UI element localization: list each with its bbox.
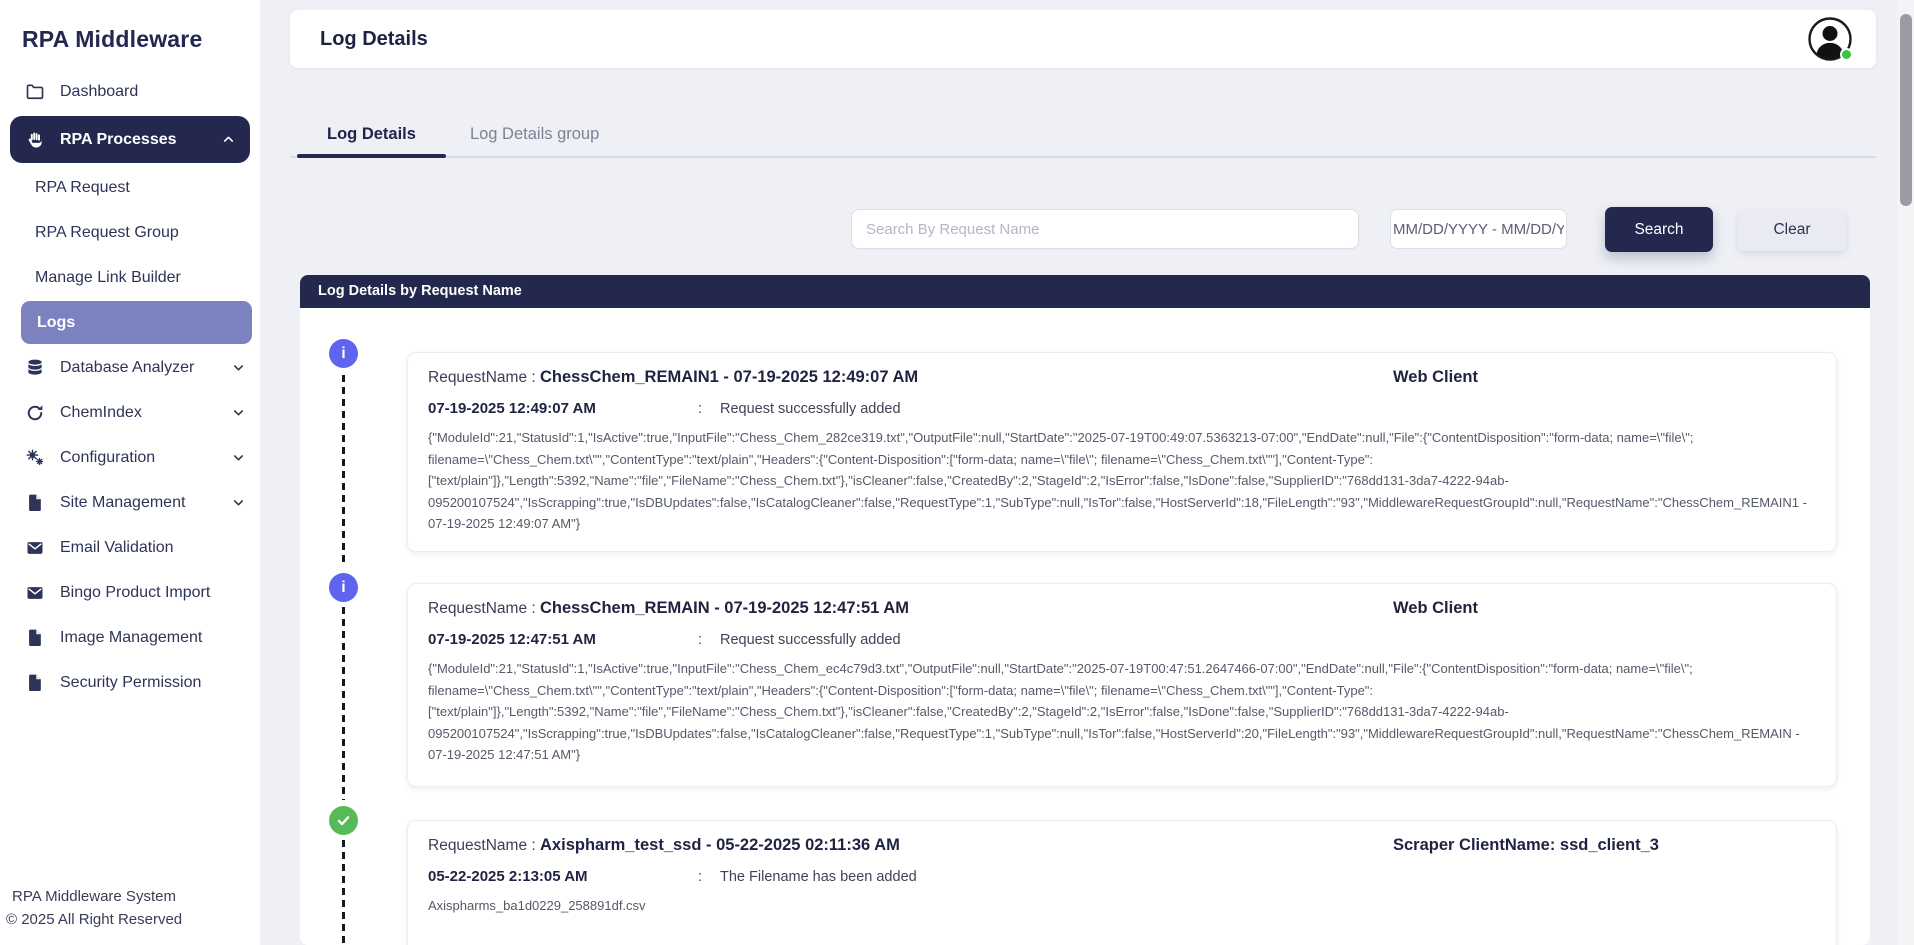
request-name-value: Axispharm_test_ssd - 05-22-2025 02:11:36… — [540, 836, 900, 854]
scrollbar-thumb[interactable] — [1900, 14, 1912, 206]
log-details-json: {"ModuleId":21,"StatusId":1,"IsActive":t… — [428, 658, 1816, 766]
sidebar-item-label: Configuration — [60, 449, 155, 467]
sidebar-item-label: RPA Request — [35, 179, 130, 197]
sidebar-item-logs[interactable]: Logs — [21, 301, 252, 344]
timeline-connector — [342, 840, 345, 945]
sidebar-item-label: RPA Processes — [60, 131, 177, 149]
refresh-icon — [25, 403, 45, 423]
footer-system-name: RPA Middleware System — [6, 885, 182, 908]
sidebar-item-label: Database Analyzer — [60, 359, 194, 377]
sidebar-item-label: Site Management — [60, 494, 185, 512]
clear-button[interactable]: Clear — [1738, 209, 1846, 251]
log-details-json: {"ModuleId":21,"StatusId":1,"IsActive":t… — [428, 427, 1816, 535]
request-name-label: RequestName : — [428, 600, 536, 617]
sidebar-footer: RPA Middleware System © 2025 All Right R… — [6, 885, 182, 932]
sidebar-item-label: Logs — [37, 314, 75, 332]
log-message: The Filename has been added — [720, 869, 917, 885]
log-timestamp: 05-22-2025 2:13:05 AM — [428, 868, 698, 885]
filter-row: Search Clear — [260, 207, 1876, 257]
search-input[interactable] — [851, 209, 1359, 249]
database-icon — [25, 358, 45, 378]
tab-bar: Log Details Log Details group — [290, 112, 1876, 158]
sidebar-item-label: Image Management — [60, 629, 202, 647]
sidebar-item-label: RPA Request Group — [35, 224, 179, 242]
sidebar-item-chemindex[interactable]: ChemIndex — [0, 390, 260, 435]
separator: : — [698, 632, 720, 648]
main-content: Log Details Log Details Log Details grou… — [260, 0, 1914, 945]
section-header: Log Details by Request Name — [300, 275, 1870, 308]
chevron-down-icon — [231, 450, 246, 465]
chevron-down-icon — [231, 360, 246, 375]
sidebar-item-bingo-product-import[interactable]: Bingo Product Import — [0, 570, 260, 615]
mail-icon — [25, 583, 45, 603]
sidebar-item-label: ChemIndex — [60, 404, 142, 422]
request-name-value: ChessChem_REMAIN1 - 07-19-2025 12:49:07 … — [540, 368, 918, 386]
sidebar-item-label: Bingo Product Import — [60, 584, 210, 602]
request-name-value: ChessChem_REMAIN - 07-19-2025 12:47:51 A… — [540, 599, 909, 617]
sidebar-item-label: Dashboard — [60, 83, 138, 101]
sidebar-item-label: Manage Link Builder — [35, 269, 181, 287]
date-range-input[interactable] — [1390, 209, 1567, 249]
gears-icon — [25, 448, 45, 468]
hand-icon — [25, 130, 45, 150]
sidebar-item-manage-link-builder[interactable]: Manage Link Builder — [0, 255, 260, 300]
log-message: Request successfully added — [720, 401, 901, 417]
log-timestamp: 07-19-2025 12:47:51 AM — [428, 631, 698, 648]
chevron-up-icon — [221, 132, 236, 147]
request-name-label: RequestName : — [428, 369, 536, 386]
log-entry-card: RequestName : ChessChem_REMAIN1 - 07-19-… — [407, 352, 1837, 552]
client-label: Scraper ClientName: ssd_client_3 — [1393, 836, 1659, 855]
client-label: Web Client — [1393, 599, 1478, 618]
search-button[interactable]: Search — [1605, 207, 1713, 252]
separator: : — [698, 869, 720, 885]
sidebar-item-configuration[interactable]: Configuration — [0, 435, 260, 480]
sidebar-item-rpa-request[interactable]: RPA Request — [0, 165, 260, 210]
sidebar-item-image-management[interactable]: Image Management — [0, 615, 260, 660]
log-entry-card: RequestName : Axispharm_test_ssd - 05-22… — [407, 820, 1837, 945]
client-label: Web Client — [1393, 368, 1478, 387]
chevron-down-icon — [231, 405, 246, 420]
log-list-panel: i i RequestName : ChessChem_REMAIN1 - 07… — [300, 308, 1870, 945]
sidebar-item-label: Email Validation — [60, 539, 174, 557]
log-filename: Axispharms_ba1d0229_258891df.csv — [428, 895, 1816, 917]
footer-copyright: © 2025 All Right Reserved — [6, 908, 182, 931]
sidebar-item-security-permission[interactable]: Security Permission — [0, 660, 260, 705]
sidebar-item-email-validation[interactable]: Email Validation — [0, 525, 260, 570]
info-icon: i — [329, 573, 358, 602]
info-icon: i — [329, 339, 358, 368]
online-status-dot — [1840, 48, 1853, 61]
sidebar-item-site-management[interactable]: Site Management — [0, 480, 260, 525]
sidebar-item-database-analyzer[interactable]: Database Analyzer — [0, 345, 260, 390]
sidebar: RPA Middleware Dashboard RPA Processes R — [0, 0, 260, 945]
tab-log-details[interactable]: Log Details — [297, 112, 446, 156]
timeline-connector — [342, 607, 345, 800]
page-header: Log Details — [290, 10, 1876, 68]
separator: : — [698, 401, 720, 417]
app-title: RPA Middleware — [0, 0, 260, 69]
log-entry-card: RequestName : ChessChem_REMAIN - 07-19-2… — [407, 583, 1837, 787]
avatar[interactable] — [1808, 17, 1852, 61]
folder-icon — [25, 82, 45, 102]
mail-icon — [25, 538, 45, 558]
sidebar-item-rpa-request-group[interactable]: RPA Request Group — [0, 210, 260, 255]
tab-log-details-group[interactable]: Log Details group — [446, 112, 623, 156]
file-icon — [25, 628, 45, 648]
log-timestamp: 07-19-2025 12:49:07 AM — [428, 400, 698, 417]
sidebar-item-dashboard[interactable]: Dashboard — [0, 69, 260, 114]
timeline-connector — [342, 375, 345, 567]
chevron-down-icon — [231, 495, 246, 510]
page-title: Log Details — [320, 28, 428, 51]
log-message: Request successfully added — [720, 632, 901, 648]
scrollbar-track[interactable] — [1897, 0, 1914, 945]
sidebar-item-rpa-processes[interactable]: RPA Processes — [10, 116, 250, 163]
file-icon — [25, 673, 45, 693]
sidebar-item-label: Security Permission — [60, 674, 201, 692]
request-name-label: RequestName : — [428, 837, 536, 854]
check-icon — [329, 806, 358, 835]
sidebar-nav: Dashboard RPA Processes RPA Request RPA … — [0, 69, 260, 705]
file-icon — [25, 493, 45, 513]
